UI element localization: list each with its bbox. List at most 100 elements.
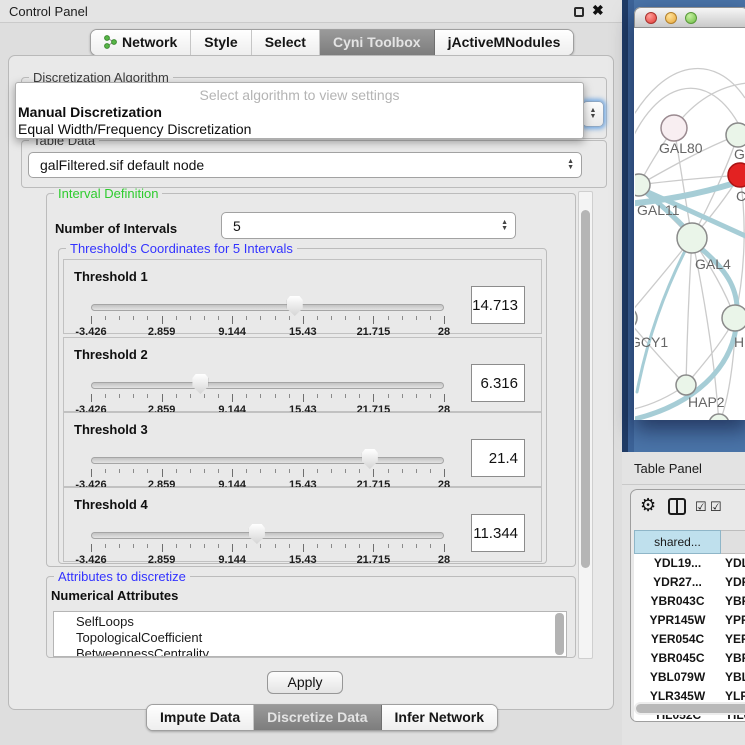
- network-window-titlebar[interactable]: [634, 7, 745, 28]
- label-gal4: GAL4: [695, 256, 731, 272]
- column-header-name[interactable]: n: [721, 530, 745, 554]
- table-row[interactable]: YBR045CYBR0: [634, 649, 745, 668]
- slider-thumb[interactable]: [287, 296, 303, 316]
- tick-mark: [190, 544, 191, 548]
- tab-jactivemnodules[interactable]: jActiveMNodules: [435, 30, 574, 55]
- threshold-3-value-input[interactable]: [471, 439, 525, 477]
- cell-name[interactable]: YBL0: [721, 668, 745, 687]
- network-canvas[interactable]: GAL80 G C GAL11 GAL4 GCY1 H HAP2: [635, 28, 745, 420]
- slider-track[interactable]: [91, 382, 444, 389]
- cell-shared-name[interactable]: YPR145W: [634, 611, 721, 630]
- node-gcy1[interactable]: [635, 307, 637, 329]
- node-partial-right[interactable]: [722, 305, 745, 331]
- cell-name[interactable]: YDR2: [721, 573, 745, 592]
- attribute-item[interactable]: BetweennessCentrality: [76, 646, 566, 657]
- threshold-1-slider[interactable]: -3.4262.8599.14415.4321.71528: [91, 300, 444, 334]
- tick-mark: [204, 469, 205, 473]
- tab-style[interactable]: Style: [191, 30, 251, 55]
- numerical-attributes-list[interactable]: SelfLoopsTopologicalCoefficientBetweenne…: [53, 611, 567, 657]
- close-icon[interactable]: ✖: [592, 2, 604, 19]
- tick-mark: [430, 544, 431, 548]
- tab-discretize-data[interactable]: Discretize Data: [254, 705, 381, 730]
- tick-label: -3.426: [75, 554, 106, 566]
- gear-icon[interactable]: ⚙: [640, 495, 656, 516]
- table-horizontal-scrollbar[interactable]: [634, 702, 745, 715]
- cell-shared-name[interactable]: YDR27...: [634, 573, 721, 592]
- slider-thumb[interactable]: [192, 374, 208, 394]
- attribute-item[interactable]: TopologicalCoefficient: [76, 630, 566, 646]
- threshold-4-slider[interactable]: -3.4262.8599.14415.4321.71528: [91, 528, 444, 562]
- slider-thumb[interactable]: [249, 524, 265, 544]
- attribute-item[interactable]: SelfLoops: [76, 614, 566, 630]
- cell-name[interactable]: YDL1: [721, 554, 745, 573]
- table-row[interactable]: YBL079WYBL0: [634, 668, 745, 687]
- threshold-4-value-input[interactable]: [471, 514, 525, 552]
- table-row[interactable]: YPR145WYPR1: [634, 611, 745, 630]
- vertical-scrollbar[interactable]: [578, 191, 593, 659]
- cell-shared-name[interactable]: YDL19...: [634, 554, 721, 573]
- slider-track[interactable]: [91, 457, 444, 464]
- threshold-3-slider[interactable]: -3.4262.8599.14415.4321.71528: [91, 453, 444, 487]
- table-row[interactable]: YDL19...YDL1: [634, 554, 745, 573]
- cell-shared-name[interactable]: YBR043C: [634, 592, 721, 611]
- number-of-intervals-combobox[interactable]: 5 ▲ ▼: [221, 212, 516, 239]
- cell-name[interactable]: YBR0: [721, 649, 745, 668]
- algorithm-combobox-stepper[interactable]: ▲ ▼: [582, 101, 604, 127]
- cell-shared-name[interactable]: YBR045C: [634, 649, 721, 668]
- tab-select[interactable]: Select: [252, 30, 320, 55]
- threshold-2-value-input[interactable]: [471, 364, 525, 402]
- checkbox-icon[interactable]: ☑: [710, 499, 722, 515]
- checkbox-icon[interactable]: ☑: [695, 499, 707, 515]
- attributes-list-scrollbar[interactable]: [555, 613, 564, 655]
- cell-name[interactable]: YPR1: [721, 611, 745, 630]
- columns-icon[interactable]: [668, 498, 686, 515]
- close-traffic-light[interactable]: [645, 12, 657, 24]
- label-gal11: GAL11: [637, 202, 680, 218]
- option-manual-discretization[interactable]: Manual Discretization: [18, 104, 162, 120]
- minimize-traffic-light[interactable]: [665, 12, 677, 24]
- combobox-stepper[interactable]: ▲ ▼: [501, 220, 515, 232]
- cell-name[interactable]: YER0: [721, 630, 745, 649]
- table-row[interactable]: YDR27...YDR2: [634, 573, 745, 592]
- tab-cyni-toolbox[interactable]: Cyni Toolbox: [320, 30, 435, 55]
- slider-track[interactable]: [91, 304, 444, 311]
- slider-thumb[interactable]: [362, 449, 378, 469]
- zoom-traffic-light[interactable]: [685, 12, 697, 24]
- tab-infer-network[interactable]: Infer Network: [382, 705, 497, 730]
- cell-shared-name[interactable]: YER054C: [634, 630, 721, 649]
- node-gal80[interactable]: [661, 115, 687, 141]
- tick-mark: [388, 316, 389, 320]
- slider-track[interactable]: [91, 532, 444, 539]
- tick-mark: [105, 544, 106, 548]
- table-row[interactable]: YER054CYER0: [634, 630, 745, 649]
- node-partial-bottom[interactable]: [709, 414, 729, 420]
- tab-discretize-data-label: Discretize Data: [267, 709, 367, 725]
- float-window-icon[interactable]: [574, 7, 584, 17]
- threshold-2-slider[interactable]: -3.4262.8599.14415.4321.71528: [91, 378, 444, 412]
- tick-mark: [91, 394, 92, 402]
- tab-impute-data[interactable]: Impute Data: [147, 705, 254, 730]
- tab-network[interactable]: Network: [91, 30, 191, 55]
- node-partial-top-right[interactable]: [726, 123, 745, 147]
- table-data-group: Table Data: [21, 140, 607, 188]
- tick-mark: [119, 394, 120, 398]
- tick-mark: [402, 316, 403, 320]
- cyni-toolbox-panel: Discretization Algorithm ▲ ▼ Table Data …: [8, 55, 614, 710]
- option-equal-width-frequency[interactable]: Equal Width/Frequency Discretization: [18, 121, 251, 137]
- table-row[interactable]: YBR043CYBR0: [634, 592, 745, 611]
- node-selected-red[interactable]: [728, 163, 745, 187]
- table-horizontal-scrollbar-thumb[interactable]: [636, 704, 745, 713]
- label-hap2: HAP2: [688, 394, 725, 410]
- cell-shared-name[interactable]: YBL079W: [634, 668, 721, 687]
- vertical-scrollbar-thumb[interactable]: [581, 210, 590, 568]
- threshold-1-value-input[interactable]: [471, 286, 525, 324]
- node-gal4[interactable]: [677, 223, 707, 253]
- cell-name[interactable]: YBR0: [721, 592, 745, 611]
- tab-jactivemnodules-label: jActiveMNodules: [448, 34, 561, 50]
- column-header-shared-name[interactable]: shared...: [634, 530, 721, 554]
- threshold-4-label: Threshold 4: [74, 497, 148, 512]
- node-hap2[interactable]: [676, 375, 696, 395]
- apply-button[interactable]: Apply: [267, 671, 343, 694]
- tick-mark: [373, 316, 374, 324]
- node-gal11[interactable]: [635, 174, 650, 196]
